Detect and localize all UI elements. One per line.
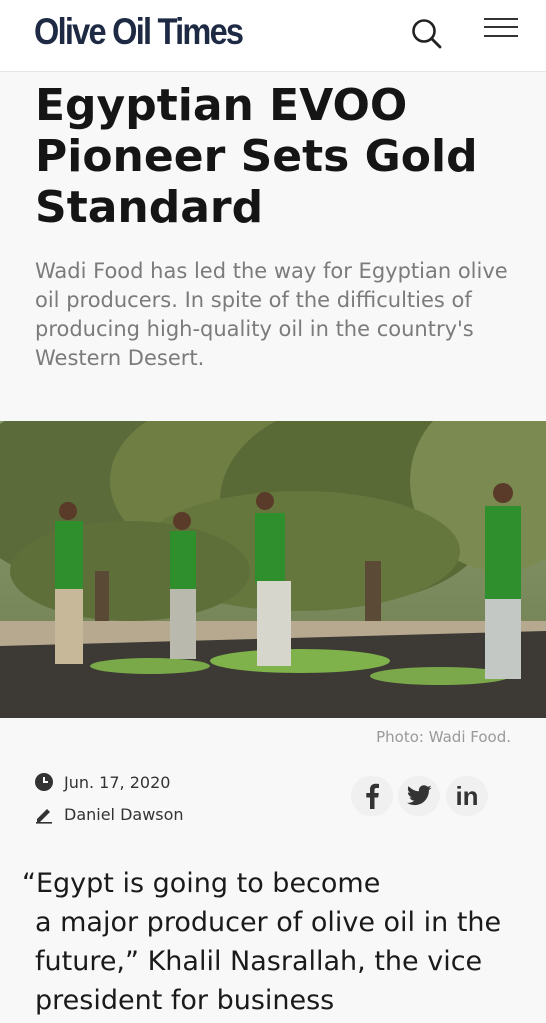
- article-body: “Egypt is going to become a major produc…: [22, 864, 512, 1020]
- site-logo[interactable]: Olive Oil Times: [34, 11, 244, 53]
- worker-figure: [55, 502, 83, 664]
- clock-icon: [35, 773, 53, 791]
- twitter-icon: [406, 785, 432, 806]
- date-text: Jun. 17, 2020: [64, 772, 171, 792]
- author-name[interactable]: Daniel Dawson: [64, 805, 184, 824]
- article-author: Daniel Dawson: [34, 804, 184, 824]
- linkedin-share-button[interactable]: in: [446, 776, 488, 816]
- article-photo: [0, 421, 546, 718]
- site-header: Olive Oil Times: [0, 0, 546, 72]
- body-first-line: “Egypt is going to become: [22, 868, 381, 899]
- article-dek: Wadi Food has led the way for Egyptian o…: [35, 259, 508, 370]
- body-continuation: a major producer of olive oil in the fut…: [35, 907, 502, 1016]
- article-date: Jun. 17, 2020: [34, 772, 170, 792]
- pencil-icon: [36, 809, 52, 824]
- search-icon[interactable]: [409, 16, 445, 52]
- facebook-icon: [366, 783, 379, 809]
- hamburger-menu-icon[interactable]: [484, 16, 520, 44]
- photo-caption: Photo: Wadi Food.: [376, 728, 511, 746]
- twitter-share-button[interactable]: [398, 776, 440, 816]
- facebook-share-button[interactable]: [351, 776, 393, 816]
- article-title: Egyptian EVOO Pioneer Sets Gold Standard: [35, 80, 478, 233]
